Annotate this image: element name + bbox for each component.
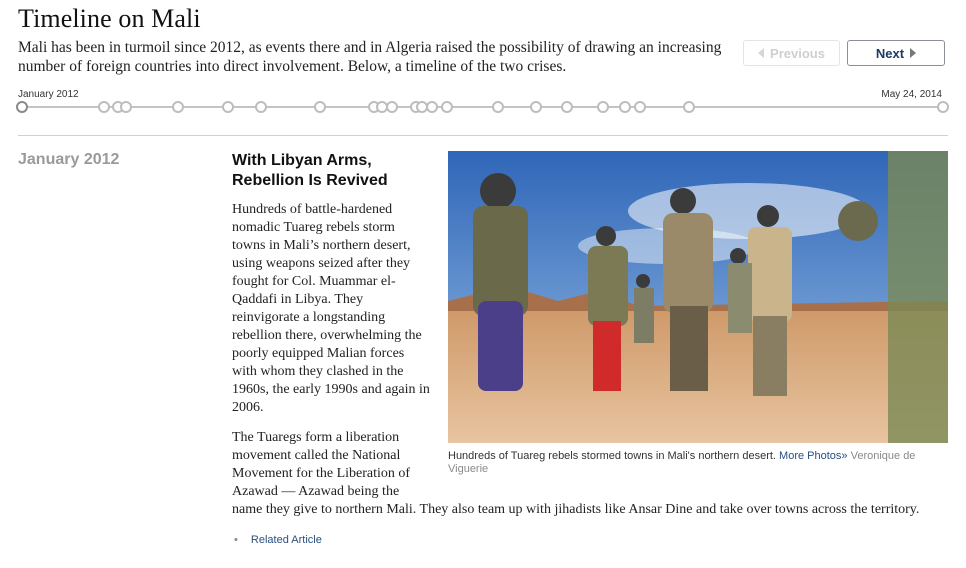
timeline-dot[interactable] [172, 101, 184, 113]
caption-text: Hundreds of Tuareg rebels stormed towns … [448, 450, 776, 462]
bullet-icon: • [234, 534, 238, 546]
timeline-dot[interactable] [314, 101, 326, 113]
next-button[interactable]: Next [847, 40, 945, 66]
timeline-dot[interactable] [619, 101, 631, 113]
timeline-dot[interactable] [98, 101, 110, 113]
timeline-dot[interactable] [492, 101, 504, 113]
timeline-dot[interactable] [222, 101, 234, 113]
timeline-dot[interactable] [683, 101, 695, 113]
timeline-dot[interactable] [634, 101, 646, 113]
timeline-dot[interactable] [386, 101, 398, 113]
photo-caption: Hundreds of Tuareg rebels stormed towns … [448, 450, 948, 476]
related-article-label: Related Article [250, 534, 322, 546]
divider [18, 135, 948, 136]
previous-button[interactable]: Previous [743, 40, 840, 66]
timeline-dot[interactable] [561, 101, 573, 113]
intro-text: Mali has been in turmoil since 2012, as … [18, 39, 722, 75]
chevron-left-icon [758, 48, 765, 58]
next-label: Next [875, 45, 905, 61]
more-photos-link[interactable]: More Photos» [779, 450, 847, 462]
timeline-start-label: January 2012 [18, 89, 79, 100]
chevron-right-icon [910, 48, 917, 58]
entry-photo[interactable] [448, 151, 948, 443]
timeline-dot[interactable] [255, 101, 267, 113]
timeline-dot[interactable] [120, 101, 132, 113]
entry-headline: With Libyan Arms, Rebellion Is Revived [232, 152, 388, 189]
desert-rebels-photo [448, 151, 948, 443]
timeline-track [22, 106, 943, 108]
previous-label: Previous [770, 45, 825, 61]
entry-date: January 2012 [18, 151, 120, 168]
timeline-dot[interactable] [16, 101, 28, 113]
timeline-end-label: May 24, 2014 [881, 89, 942, 100]
timeline-dot[interactable] [937, 101, 949, 113]
timeline-dot[interactable] [441, 101, 453, 113]
timeline-dot[interactable] [530, 101, 542, 113]
related-article-link[interactable]: • Related Article [234, 534, 322, 546]
page-title: Timeline on Mali [18, 4, 201, 33]
timeline-dot[interactable] [426, 101, 438, 113]
timeline-dot[interactable] [597, 101, 609, 113]
